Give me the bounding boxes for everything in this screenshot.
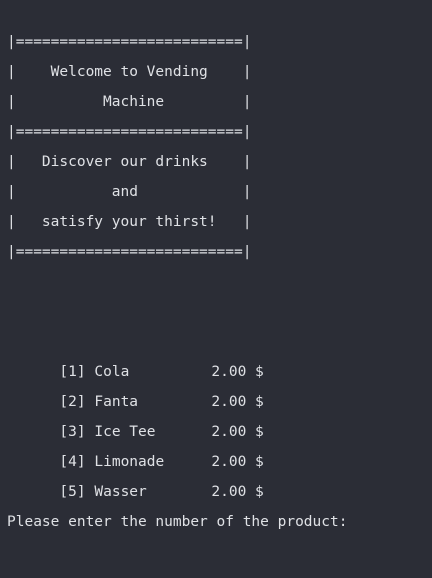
banner-line-machine: | Machine | [7,94,252,110]
banner-line-welcome: | Welcome to Vending | [7,64,252,80]
console-output: |==========================| | Welcome t… [0,0,432,578]
banner-line-discover: | Discover our drinks | [7,154,252,170]
menu-item-number: [5] [59,484,86,500]
banner-border-top: |==========================| [7,34,252,50]
menu-item-fanta: [2] Fanta 2.00 $ [7,357,263,410]
banner-border-bottom: |==========================| [7,244,252,260]
banner-border-middle: |==========================| [7,124,252,140]
welcome-banner: |==========================| | Welcome t… [0,34,432,260]
menu-item-price: 2.00 $ [211,484,264,500]
product-menu: [1] Cola 2.00 $ [2] Fanta 2.00 $ [3] Ice Tee 2… [0,256,432,500]
banner-line-and: | and | [7,184,252,200]
menu-item-ice-tee: [3] Ice Tee 2.00 $ [7,387,263,440]
input-prompt[interactable]: Please enter the number of the product: [7,507,347,537]
menu-item-name: Wasser [94,484,147,500]
menu-item-limonade: [4] Limonade 2.00 $ [7,417,263,470]
menu-item-wasser: [5] Wasser 2.00 $ [7,447,263,500]
banner-line-satisfy: | satisfy your thirst! | [7,214,252,230]
menu-item-cola: [1] Cola 2.00 $ [7,327,263,380]
